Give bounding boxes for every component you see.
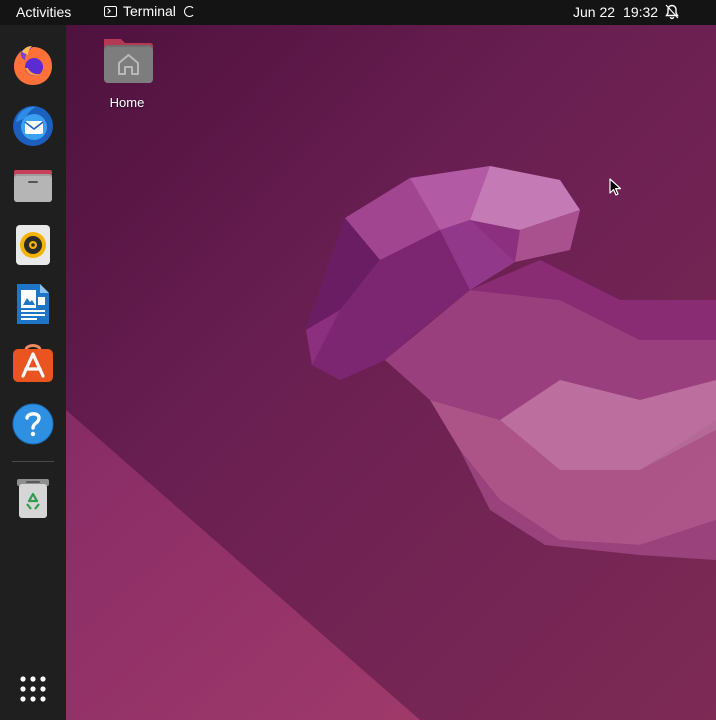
loading-spinner-icon bbox=[183, 5, 195, 17]
dock-item-trash[interactable] bbox=[10, 474, 56, 520]
trash-icon bbox=[17, 479, 49, 518]
mouse-cursor-icon bbox=[609, 178, 622, 196]
dock-item-files[interactable] bbox=[10, 163, 56, 209]
notification-bell-icon[interactable] bbox=[665, 4, 679, 23]
dock-item-writer[interactable] bbox=[10, 281, 56, 327]
home-folder-icon bbox=[104, 39, 153, 83]
files-icon bbox=[14, 170, 52, 202]
rhythmbox-icon bbox=[16, 225, 50, 265]
app-menu-label: Terminal bbox=[123, 3, 176, 19]
help-icon bbox=[12, 403, 54, 445]
firefox-icon bbox=[14, 46, 52, 85]
dock-item-software[interactable] bbox=[10, 340, 56, 386]
clock-time: 19:32 bbox=[623, 4, 659, 20]
top-bar: Activities Terminal Jun 22 19:32 bbox=[0, 0, 716, 25]
dock bbox=[0, 25, 66, 720]
thunderbird-icon bbox=[13, 106, 53, 146]
desktop-home-icon[interactable]: Home bbox=[96, 36, 158, 110]
writer-icon bbox=[17, 284, 49, 324]
terminal-icon bbox=[104, 5, 117, 17]
activities-button[interactable]: Activities bbox=[16, 4, 71, 20]
dock-item-thunderbird[interactable] bbox=[10, 102, 56, 148]
clock-button[interactable]: Jun 22 19:32 bbox=[573, 4, 658, 20]
software-icon bbox=[13, 344, 53, 382]
app-menu[interactable]: Terminal bbox=[104, 3, 195, 19]
show-applications-button[interactable] bbox=[10, 666, 56, 712]
clock-date: Jun 22 bbox=[573, 4, 616, 20]
home-icon-label: Home bbox=[109, 95, 145, 110]
app-grid-icon bbox=[20, 676, 46, 702]
dock-item-help[interactable] bbox=[10, 400, 56, 446]
dock-item-rhythmbox[interactable] bbox=[10, 222, 56, 268]
dock-item-firefox[interactable] bbox=[10, 42, 56, 88]
dock-separator bbox=[12, 461, 54, 462]
